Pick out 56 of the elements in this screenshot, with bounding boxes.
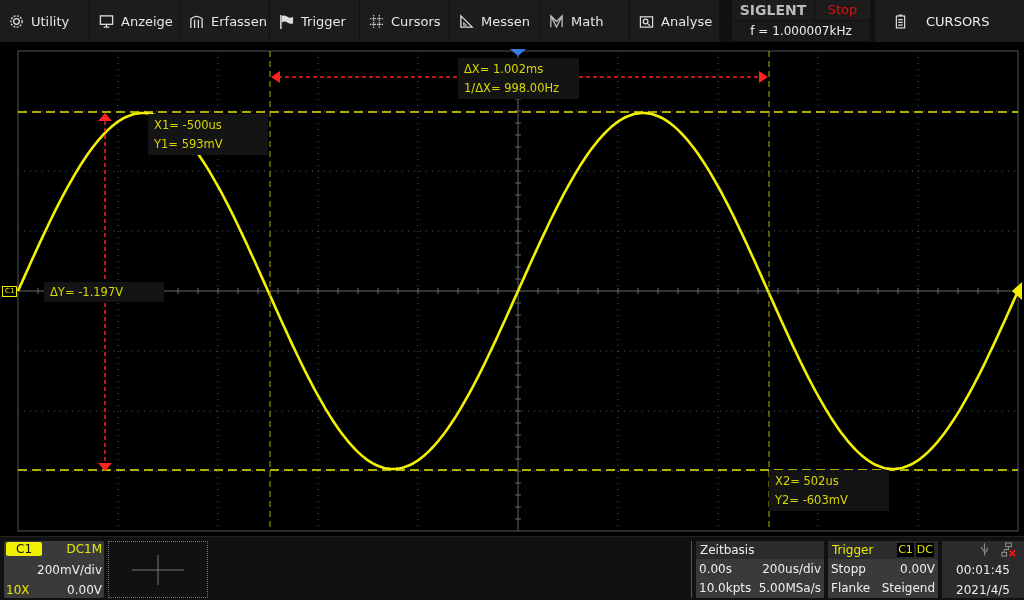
- trigger-level-marker[interactable]: [1012, 282, 1022, 300]
- menu-button[interactable]: Math: [540, 0, 629, 42]
- menu-button[interactable]: Anzeige: [90, 0, 179, 42]
- trigger-coupling: DC: [915, 543, 934, 557]
- clipboard-icon: [895, 13, 906, 29]
- trigger-source: C1: [897, 543, 914, 557]
- coupling-text: DC1M: [66, 542, 102, 556]
- trigger-state: Stopp: [831, 562, 866, 577]
- grid-icon: [369, 13, 384, 29]
- readout-text: ΔX= 1.002ms: [464, 62, 545, 76]
- clock-time: 00:01:45: [956, 563, 1010, 577]
- memory-depth-text: 10.0kpts: [699, 580, 752, 595]
- trigger-level-text: 0.00V: [900, 562, 935, 577]
- ruler-triangle-icon: [459, 13, 474, 29]
- gear-icon: [9, 13, 24, 29]
- sample-rate-text: 5.00MSa/s: [758, 580, 821, 595]
- brand-logo: SIGLENT: [732, 0, 814, 20]
- timebase-panel[interactable]: Zeitbasis 0.00s 200us/div 10.0kpts 5.00MSa/s: [691, 541, 824, 598]
- menu-button[interactable]: Trigger: [270, 0, 359, 42]
- trigger-panel[interactable]: Trigger C1 DC Stopp 0.00V Flanke Steigend: [828, 541, 938, 598]
- trigger-position-marker[interactable]: [510, 49, 526, 56]
- menu-button[interactable]: Utility: [0, 0, 89, 42]
- delay-text: 0.00s: [699, 562, 732, 577]
- menu-button[interactable]: Erfassen: [180, 0, 269, 42]
- readout-text: Y1= 593mV: [154, 137, 224, 151]
- crosshair-icon: [132, 554, 184, 585]
- trigger-slope: Steigend: [881, 580, 935, 595]
- readout-text: Y2= -603mV: [775, 493, 849, 507]
- timebase-scale-text: 200us/div: [762, 562, 821, 577]
- channel-label: C1: [6, 542, 42, 556]
- run-state: Stop: [815, 0, 870, 20]
- frequency-readout: f = 1.000007kHz: [732, 21, 870, 41]
- menu-button[interactable]: Messen: [450, 0, 539, 42]
- readout-text: 1/ΔX= 998.00Hz: [464, 81, 561, 95]
- scale-text: 200mV/div: [37, 562, 102, 577]
- channel-panel[interactable]: C1 DC1M 200mV/div 10X 0.00V: [4, 541, 104, 598]
- readout-text: X1= -500us: [154, 118, 223, 132]
- date-text: 2021/4/5: [956, 583, 1010, 597]
- math-icon: [549, 13, 564, 29]
- network-disconnected-icon: [1001, 542, 1016, 557]
- trigger-type: Flanke: [831, 580, 871, 595]
- flag-icon: [279, 13, 294, 29]
- readout-text: X2= 502us: [775, 474, 840, 488]
- menu-button[interactable]: Cursors: [360, 0, 449, 42]
- usb-icon: [980, 542, 989, 557]
- cursors-menu-button[interactable]: CURSORS: [875, 0, 1024, 42]
- magnifier-window-icon: [639, 13, 654, 29]
- readout-text: ΔY= -1.197V: [50, 285, 125, 299]
- monitor-icon: [99, 13, 114, 29]
- offset-text: 0.00V: [67, 583, 102, 597]
- columns-icon: [189, 13, 204, 29]
- empty-channel-slot[interactable]: [108, 541, 208, 598]
- panel-title: Zeitbasis: [696, 541, 824, 559]
- probe-text: 10X: [6, 583, 30, 597]
- panel-title: Trigger: [832, 543, 874, 557]
- menu-button[interactable]: Analyse: [630, 0, 719, 42]
